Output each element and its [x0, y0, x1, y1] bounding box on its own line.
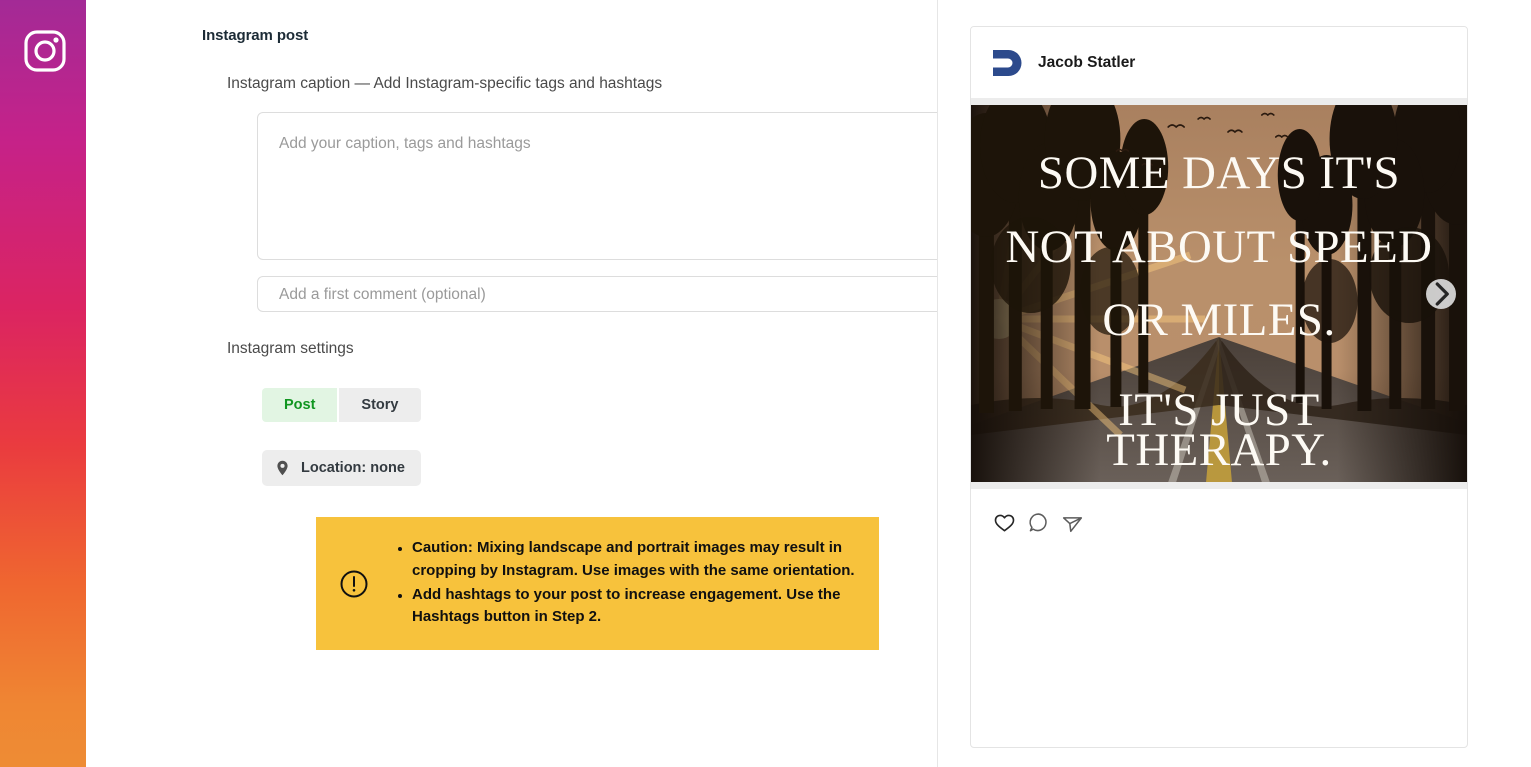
page-title: Instagram post [202, 27, 309, 44]
map-pin-icon [274, 458, 291, 478]
preview-panel: Jacob Statler SOME DAYS IT'S NOT ABOUT S… [938, 0, 1531, 767]
first-comment-input[interactable]: Add a first comment (optional) [257, 276, 993, 313]
preview-divider-top [971, 98, 1467, 105]
location-button[interactable]: Location: none [262, 450, 421, 486]
caption-field-label: Instagram caption — Add Instagram-specif… [227, 75, 663, 92]
avatar [989, 46, 1023, 80]
instagram-post-preview-card: Jacob Statler SOME DAYS IT'S NOT ABOUT S… [970, 26, 1468, 748]
caption-input[interactable]: Add your caption, tags and hashtags [257, 112, 993, 260]
caption-placeholder: Add your caption, tags and hashtags [279, 135, 531, 152]
warning-list: Caution: Mixing landscape and portrait i… [388, 537, 869, 631]
preview-account-name: Jacob Statler [1038, 53, 1136, 71]
instagram-logo-icon [23, 29, 67, 73]
network-rail-instagram [0, 0, 86, 767]
location-button-label: Location: none [301, 460, 405, 476]
svg-text:SOME DAYS IT'S: SOME DAYS IT'S [1038, 147, 1400, 199]
list-item: Add hashtags to your post to increase en… [412, 584, 869, 630]
post-type-toggle: Post Story [262, 388, 421, 422]
post-type-option-story[interactable]: Story [339, 388, 421, 422]
preview-header: Jacob Statler [971, 27, 1467, 98]
chevron-right-icon[interactable] [1426, 278, 1456, 309]
preview-divider-bottom [971, 482, 1467, 489]
paper-plane-icon[interactable] [1061, 511, 1084, 534]
post-type-option-post[interactable]: Post [262, 388, 338, 422]
first-comment-placeholder: Add a first comment (optional) [279, 286, 486, 303]
settings-section-label: Instagram settings [227, 340, 354, 357]
exclamation-circle-icon [332, 569, 376, 599]
comment-bubble-icon[interactable] [1027, 511, 1050, 534]
post-action-bar [971, 489, 1467, 534]
list-item: Caution: Mixing landscape and portrait i… [412, 537, 869, 583]
svg-text:NOT ABOUT SPEED: NOT ABOUT SPEED [1006, 221, 1433, 273]
instagram-post-composer: Instagram post Instagram caption — Add I… [0, 0, 1531, 767]
svg-text:OR MILES.: OR MILES. [1102, 294, 1335, 346]
heart-icon[interactable] [993, 511, 1016, 534]
post-media-image: SOME DAYS IT'S NOT ABOUT SPEED OR MILES.… [971, 105, 1467, 482]
svg-text:THERAPY.: THERAPY. [1106, 424, 1331, 476]
warning-banner: Caution: Mixing landscape and portrait i… [316, 517, 879, 650]
